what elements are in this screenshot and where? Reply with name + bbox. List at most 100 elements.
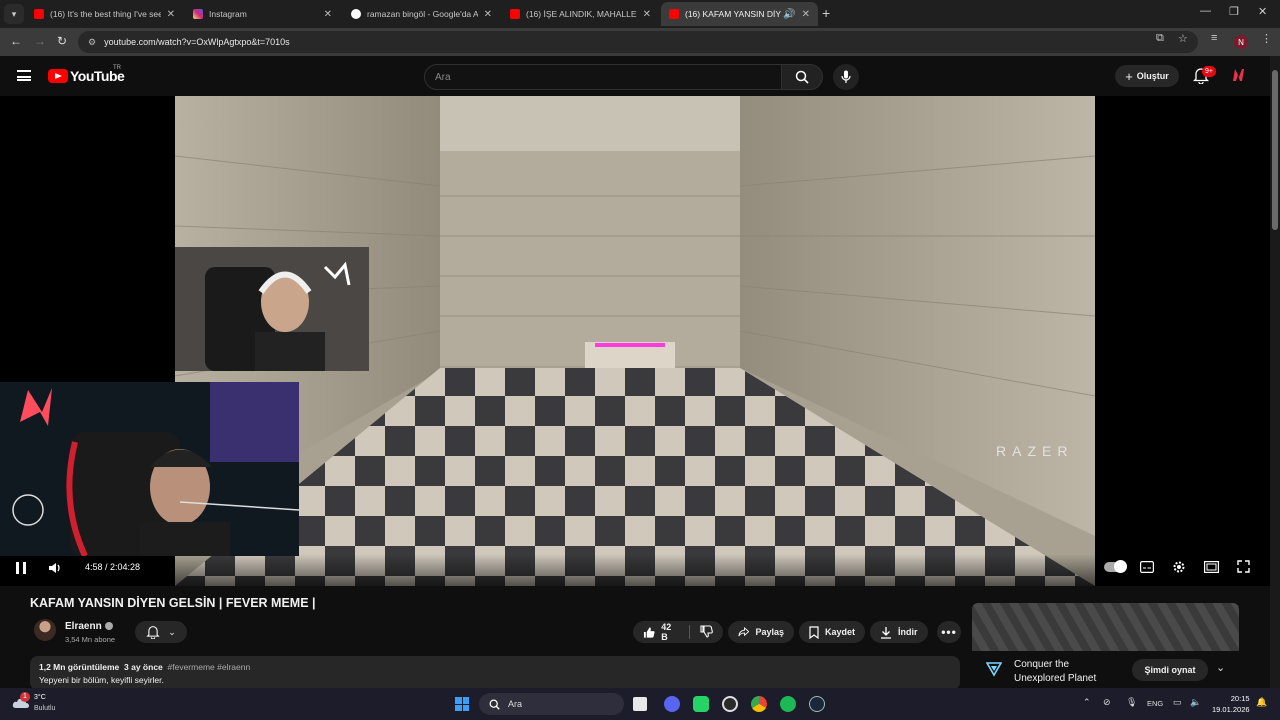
obs-icon[interactable] bbox=[722, 696, 738, 712]
voice-search-button[interactable] bbox=[833, 64, 859, 90]
video-player[interactable]: RAZER 4:58 / 2:04:28 bbox=[0, 96, 1270, 586]
close-tab-icon[interactable]: ✕ bbox=[324, 9, 332, 20]
create-button[interactable]: + Oluştur bbox=[1115, 65, 1179, 87]
channel-name-row[interactable]: Elraenn bbox=[65, 621, 113, 632]
subscriber-count: 3,54 Mn abone bbox=[65, 635, 116, 644]
dislike-button[interactable] bbox=[700, 624, 713, 640]
description-text: Yepyeni bir bölüm, keyifli seyirler. bbox=[39, 675, 164, 685]
url-text: youtube.com/watch?v=OxWlpAgtxpo&t=7010s bbox=[104, 37, 290, 47]
hamburger-menu-icon[interactable] bbox=[17, 70, 31, 81]
forward-icon[interactable]: → bbox=[34, 34, 46, 48]
ad-card[interactable]: Conquer the Unexplored Planet Şimdi oyna… bbox=[972, 603, 1239, 688]
windows-start-button[interactable] bbox=[455, 697, 469, 711]
browser-profile-avatar[interactable]: N bbox=[1234, 35, 1248, 49]
thumbs-up-icon bbox=[643, 626, 655, 638]
like-count: 42 B bbox=[661, 622, 672, 642]
browser-tab-3[interactable]: ramazan bingöl - Google'da Ara ✕ bbox=[343, 2, 500, 26]
tab-title: ramazan bingöl - Google'da Ara bbox=[367, 9, 478, 19]
audio-icon[interactable]: 🔊 bbox=[783, 9, 795, 20]
volume-tray-icon[interactable]: 🔈 bbox=[1190, 697, 1201, 708]
more-horizontal-icon: ••• bbox=[941, 625, 957, 639]
search-button[interactable] bbox=[781, 64, 823, 90]
taskbar-search[interactable]: Ara bbox=[479, 693, 624, 715]
fullscreen-button[interactable] bbox=[1237, 560, 1250, 578]
thumbs-down-icon bbox=[700, 624, 713, 638]
ad-title: Conquer the Unexplored Planet bbox=[1014, 659, 1097, 684]
volume-button[interactable] bbox=[48, 561, 62, 580]
browser-menu-icon[interactable]: ⋮ bbox=[1261, 32, 1272, 45]
browser-tab-1[interactable]: (16) It's the best thing I've seen ✕ bbox=[26, 2, 183, 26]
youtube-favicon-icon bbox=[669, 9, 679, 19]
minimize-icon[interactable]: — bbox=[1200, 5, 1211, 17]
youtube-logo-icon[interactable] bbox=[48, 69, 68, 83]
browser-tab-4[interactable]: (16) İŞE ALINDIK, MAHALLEYE A ✕ bbox=[502, 2, 659, 26]
weather-alert-badge: 1 bbox=[20, 692, 30, 702]
cast-icon[interactable]: ⧉ bbox=[1156, 32, 1164, 45]
download-label: İndir bbox=[898, 627, 918, 637]
scrollbar-thumb[interactable] bbox=[1272, 70, 1278, 230]
weather-condition[interactable]: Bulutlu bbox=[34, 705, 55, 712]
bookmark-star-icon[interactable]: ☆ bbox=[1178, 32, 1188, 45]
subtitles-button[interactable] bbox=[1140, 560, 1155, 578]
close-tab-icon[interactable]: ✕ bbox=[167, 9, 175, 20]
ad-banner-image[interactable] bbox=[972, 603, 1239, 651]
instagram-favicon-icon bbox=[193, 9, 203, 19]
site-info-icon[interactable]: ⚙ bbox=[88, 37, 96, 48]
tray-overflow-icon[interactable]: ⌃ bbox=[1083, 697, 1091, 708]
search-input[interactable]: Ara bbox=[424, 64, 782, 90]
microphone-tray-icon[interactable]: 🎙 bbox=[1126, 697, 1137, 708]
download-button[interactable]: İndir bbox=[870, 621, 928, 643]
close-tab-icon[interactable]: ✕ bbox=[484, 9, 492, 20]
browser-tab-5-active[interactable]: (16) KAFAM YANSIN DİYEN 🔊 ✕ bbox=[661, 2, 818, 26]
whatsapp-icon[interactable] bbox=[693, 696, 709, 712]
close-tab-icon[interactable]: ✕ bbox=[802, 9, 810, 20]
search-icon bbox=[489, 699, 500, 710]
language-indicator[interactable]: ENG bbox=[1147, 699, 1163, 708]
channel-avatar[interactable] bbox=[34, 619, 56, 641]
settings-button[interactable] bbox=[1172, 560, 1186, 579]
razer-watermark: RAZER bbox=[996, 443, 1074, 459]
media-controls-icon[interactable]: ≡ bbox=[1211, 32, 1217, 44]
spotify-icon[interactable] bbox=[780, 696, 796, 712]
hashtags[interactable]: #fevermeme #elraenn bbox=[168, 662, 251, 672]
back-icon[interactable]: ← bbox=[10, 34, 22, 48]
taskbar-clock[interactable]: 20:15 19.01.2026 bbox=[1212, 693, 1250, 715]
theater-mode-button[interactable] bbox=[1204, 560, 1220, 578]
chevron-down-icon[interactable]: ⌄ bbox=[1216, 661, 1225, 674]
pause-icon[interactable] bbox=[16, 562, 26, 574]
discord-icon[interactable] bbox=[664, 696, 680, 712]
chevron-down-icon: ⌄ bbox=[168, 626, 176, 637]
temperature[interactable]: 3°C bbox=[34, 694, 46, 701]
autoplay-toggle[interactable] bbox=[1104, 560, 1127, 573]
restore-icon[interactable]: ❐ bbox=[1229, 5, 1239, 18]
like-button[interactable]: 42 B bbox=[643, 622, 679, 642]
facecam-overlay-small bbox=[175, 247, 369, 371]
address-bar[interactable]: ⚙ youtube.com/watch?v=OxWlpAgtxpo&t=7010… bbox=[78, 31, 1198, 53]
share-button[interactable]: Paylaş bbox=[728, 621, 794, 643]
steam-icon[interactable] bbox=[809, 696, 825, 712]
network-icon[interactable]: ▭ bbox=[1173, 697, 1182, 708]
description-box[interactable]: 1,2 Mn görüntüleme 3 ay önce #fevermeme … bbox=[30, 656, 960, 690]
reload-icon[interactable]: ↻ bbox=[57, 34, 67, 48]
browser-tab-2[interactable]: Instagram ✕ bbox=[185, 2, 340, 26]
youtube-favicon-icon bbox=[510, 9, 520, 19]
account-avatar[interactable] bbox=[1230, 66, 1248, 84]
notification-center-icon[interactable]: 🔔 bbox=[1256, 697, 1267, 708]
browser-tab-strip: ▾ (16) It's the best thing I've seen ✕ I… bbox=[0, 0, 1280, 28]
channel-name[interactable]: Elraenn bbox=[65, 621, 102, 632]
close-tab-icon[interactable]: ✕ bbox=[643, 9, 651, 20]
page-scrollbar[interactable] bbox=[1270, 56, 1280, 688]
tab-search-button[interactable]: ▾ bbox=[4, 4, 24, 24]
save-button[interactable]: Kaydet bbox=[799, 621, 865, 643]
play-now-button[interactable]: Şimdi oynat bbox=[1132, 659, 1208, 681]
windows-taskbar: 1 3°C Bulutlu Ara ⌃ ⊘ 🎙 ENG ▭ 🔈 20:15 19… bbox=[0, 688, 1280, 720]
subscribed-notifications-button[interactable]: ⌄ bbox=[135, 621, 187, 643]
file-explorer-icon[interactable] bbox=[633, 697, 647, 711]
chrome-icon[interactable] bbox=[751, 696, 767, 712]
more-actions-button[interactable]: ••• bbox=[937, 621, 961, 643]
close-window-icon[interactable]: ✕ bbox=[1258, 5, 1267, 18]
notification-count-badge: 9+ bbox=[1202, 66, 1216, 77]
microphone-icon bbox=[841, 70, 851, 83]
mute-camera-icon[interactable]: ⊘ bbox=[1103, 697, 1111, 708]
new-tab-button[interactable]: + bbox=[822, 5, 830, 21]
